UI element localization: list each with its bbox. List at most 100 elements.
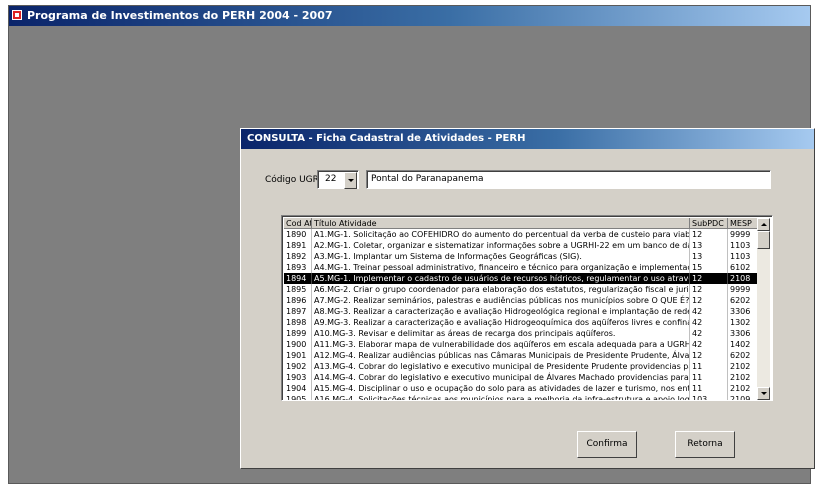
confirma-button[interactable]: Confirma	[577, 431, 637, 458]
table-row[interactable]: 1890 A1.MG-1. Solicitação ao COFEHIDRO do…	[284, 229, 759, 240]
table-row[interactable]: 1900 A11.MG-3. Elaborar mapa de vulnerabi…	[284, 339, 759, 350]
cell-titulo: A12.MG-4. Realizar audiências públicas n…	[314, 350, 690, 361]
cell-subpdc: 11	[690, 361, 728, 372]
cell-mesp: 2109	[728, 394, 759, 400]
cell-titulo: A9.MG-3. Realizar a caracterização e ava…	[314, 317, 690, 328]
dialog-title-bar: CONSULTA - Ficha Cadastral de Atividades…	[241, 129, 814, 149]
cell-subpdc: 42	[690, 306, 728, 317]
cell-cod-ativ: 1891	[284, 240, 312, 251]
retorna-label: Retorna	[687, 439, 723, 449]
ugrhi-select-value: 22	[325, 174, 337, 184]
cell-cod-ativ: 1904	[284, 383, 312, 394]
cell-mesp: 3306	[728, 328, 759, 339]
cell-mesp: 2102	[728, 361, 759, 372]
cell-subpdc: 42	[690, 328, 728, 339]
ugrhi-name-value: Pontal do Paranapanema	[371, 174, 484, 184]
main-title-bar: Programa de Investimentos do PERH 2004 -…	[9, 6, 810, 26]
cell-titulo: A14.MG-4. Cobrar do legislativo e execut…	[314, 372, 690, 383]
cell-cod-ativ: 1895	[284, 284, 312, 295]
header-cod-ativ[interactable]: Cod Ativ	[284, 218, 312, 229]
cell-subpdc: 15	[690, 262, 728, 273]
cell-cod-ativ: 1905	[284, 394, 312, 400]
cell-mesp: 1302	[728, 317, 759, 328]
cell-subpdc: 12	[690, 295, 728, 306]
chevron-down-icon[interactable]	[344, 172, 357, 189]
cell-titulo: A13.MG-4. Cobrar do legislativo e execut…	[314, 361, 690, 372]
ugrhi-select[interactable]: 22	[317, 170, 359, 189]
ugrhi-name-field[interactable]: Pontal do Paranapanema	[366, 170, 771, 189]
cell-subpdc: 12	[690, 273, 728, 284]
scroll-up-icon[interactable]	[757, 218, 770, 231]
table-row[interactable]: 1905 A16.MG-4. Solicitações técnicas aos …	[284, 394, 759, 400]
table-row[interactable]: 1895 A6.MG-2. Criar o grupo coordenador p…	[284, 284, 759, 295]
table-row[interactable]: 1898 A9.MG-3. Realizar a caracterização e…	[284, 317, 759, 328]
cell-cod-ativ: 1896	[284, 295, 312, 306]
cell-subpdc: 12	[690, 229, 728, 240]
consulta-dialog: CONSULTA - Ficha Cadastral de Atividades…	[240, 128, 815, 469]
table-row[interactable]: 1892 A3.MG-1. Implantar um Sistema de Inf…	[284, 251, 759, 262]
table-row[interactable]: 1904 A15.MG-4. Disciplinar o uso e ocupaç…	[284, 383, 759, 394]
table-row[interactable]: 1894 A5.MG-1. Implementar o cadastro de u…	[284, 273, 759, 284]
scroll-down-icon[interactable]	[757, 387, 770, 400]
cell-titulo: A15.MG-4. Disciplinar o uso e ocupação d…	[314, 383, 690, 394]
main-window-title: Programa de Investimentos do PERH 2004 -…	[27, 9, 333, 22]
header-subpdc[interactable]: SubPDC	[690, 218, 728, 229]
retorna-button[interactable]: Retorna	[675, 431, 735, 458]
cell-subpdc: 11	[690, 383, 728, 394]
cell-subpdc: 42	[690, 317, 728, 328]
cell-mesp: 6202	[728, 350, 759, 361]
scroll-thumb[interactable]	[757, 231, 770, 249]
cell-subpdc: 13	[690, 251, 728, 262]
table-row[interactable]: 1899 A10.MG-3. Revisar e delimitar as áre…	[284, 328, 759, 339]
cell-titulo: A4.MG-1. Treinar pessoal administrativo,…	[314, 262, 690, 273]
cell-mesp: 1402	[728, 339, 759, 350]
cell-titulo: A16.MG-4. Solicitações técnicas aos muni…	[312, 394, 690, 400]
confirma-label: Confirma	[586, 439, 628, 449]
cell-subpdc: 12	[690, 284, 728, 295]
table-scrollbar[interactable]	[757, 218, 770, 400]
cell-cod-ativ: 1894	[284, 273, 312, 284]
table-row[interactable]: 1903 A14.MG-4. Cobrar do legislativo e ex…	[284, 372, 759, 383]
cell-titulo: A3.MG-1. Implantar um Sistema de Informa…	[312, 251, 690, 262]
cell-cod-ativ: 1898	[284, 317, 312, 328]
cell-mesp: 3306	[728, 306, 759, 317]
cell-titulo: A7.MG-2. Realizar seminários, palestras …	[314, 295, 690, 306]
cell-mesp: 2102	[728, 372, 759, 383]
cell-cod-ativ: 1892	[284, 251, 312, 262]
cell-subpdc: 11	[690, 372, 728, 383]
cell-cod-ativ: 1890	[284, 229, 312, 240]
cell-cod-ativ: 1900	[284, 339, 312, 350]
cell-mesp: 9999	[728, 284, 759, 295]
cell-cod-ativ: 1903	[284, 372, 312, 383]
table-row[interactable]: 1891 A2.MG-1. Coletar, organizar e sistem…	[284, 240, 759, 251]
table-row[interactable]: 1901 A12.MG-4. Realizar audiências públic…	[284, 350, 759, 361]
table-row[interactable]: 1893 A4.MG-1. Treinar pessoal administrat…	[284, 262, 759, 273]
header-mesp[interactable]: MESP	[728, 218, 759, 229]
activities-table[interactable]: Cod Ativ Título Atividade SubPDC MESP 18…	[281, 215, 773, 401]
header-titulo-atividade[interactable]: Título Atividade	[312, 218, 690, 229]
cell-subpdc: 13	[690, 240, 728, 251]
cell-cod-ativ: 1902	[284, 361, 312, 372]
table-row[interactable]: 1897 A8.MG-3. Realizar a caracterização e…	[284, 306, 759, 317]
cell-titulo: A10.MG-3. Revisar e delimitar as áreas d…	[312, 328, 690, 339]
table-body: Cod Ativ Título Atividade SubPDC MESP 18…	[284, 218, 759, 400]
cell-mesp: 6202	[728, 295, 759, 306]
app-icon	[12, 10, 22, 20]
cell-titulo: A1.MG-1. Solicitação ao COFEHIDRO do aum…	[314, 229, 690, 240]
table-row[interactable]: 1896 A7.MG-2. Realizar seminários, palest…	[284, 295, 759, 306]
cell-mesp: 1103	[728, 251, 759, 262]
cell-cod-ativ: 1893	[284, 262, 312, 273]
cell-titulo: A8.MG-3. Realizar a caracterização e ava…	[314, 306, 690, 317]
table-row[interactable]: 1902 A13.MG-4. Cobrar do legislativo e ex…	[284, 361, 759, 372]
cell-cod-ativ: 1899	[284, 328, 312, 339]
cell-mesp: 2102	[728, 383, 759, 394]
main-window: Programa de Investimentos do PERH 2004 -…	[8, 5, 815, 484]
cell-mesp: 9999	[728, 229, 759, 240]
cell-mesp: 1103	[728, 240, 759, 251]
cell-subpdc: 42	[690, 339, 728, 350]
cell-subpdc: 12	[690, 350, 728, 361]
cell-titulo: A2.MG-1. Coletar, organizar e sistematiz…	[314, 240, 690, 251]
cell-titulo: A11.MG-3. Elaborar mapa de vulnerabilida…	[314, 339, 690, 350]
cell-cod-ativ: 1897	[284, 306, 312, 317]
dialog-title: CONSULTA - Ficha Cadastral de Atividades…	[247, 133, 526, 144]
